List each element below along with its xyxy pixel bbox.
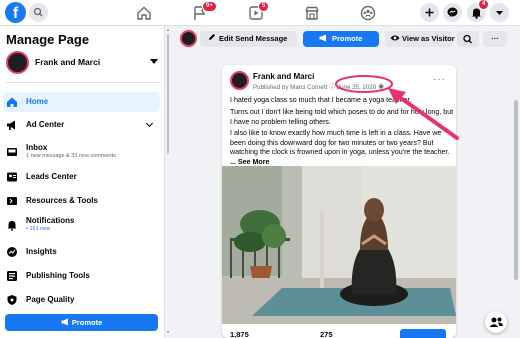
sidebar-item-inbox[interactable]: Inbox 1 new message & 33 new comments bbox=[3, 140, 160, 165]
bell-icon bbox=[7, 221, 17, 231]
edit-send-message-button[interactable]: Edit Send Message bbox=[200, 31, 297, 47]
sidebar-item-home[interactable]: Home bbox=[3, 92, 160, 112]
notifications-badge: 4 bbox=[478, 0, 490, 10]
people-icon bbox=[489, 317, 503, 327]
info-icon[interactable]: ⓘ bbox=[329, 84, 335, 91]
promote-button[interactable]: Promote bbox=[303, 31, 379, 47]
post-date[interactable]: June 25, 2020 bbox=[337, 84, 376, 91]
promote-label: Promote bbox=[332, 34, 363, 43]
search-button[interactable] bbox=[29, 3, 48, 22]
shield-icon bbox=[7, 295, 17, 305]
scrollbar[interactable] bbox=[166, 26, 170, 338]
insights-icon bbox=[7, 247, 17, 257]
post-meta: Published by Marci Cornett ⓘ June 25, 20… bbox=[253, 82, 384, 91]
notifications-button[interactable]: 4 bbox=[467, 0, 490, 22]
divider bbox=[6, 82, 160, 83]
see-more-link[interactable]: ... See More bbox=[230, 158, 269, 166]
post-paragraph-2: Turns out I don't like being told which … bbox=[230, 108, 454, 126]
boost-post-button[interactable] bbox=[400, 329, 446, 338]
search-icon bbox=[33, 7, 43, 17]
publisher-name[interactable]: Marci Cornett bbox=[290, 84, 327, 91]
eye-icon bbox=[390, 35, 400, 41]
megaphone-icon bbox=[61, 318, 68, 326]
caret-down-icon bbox=[496, 11, 503, 15]
manage-page-sidebar: Manage Page Frank and Marci Home Ad Cent… bbox=[0, 26, 165, 338]
main-scrollbar[interactable] bbox=[514, 100, 518, 280]
account-menu-button[interactable] bbox=[490, 3, 509, 22]
more-options-button[interactable]: ··· bbox=[483, 31, 507, 47]
post-card: Frank and Marci Published by Marci Corne… bbox=[222, 65, 456, 338]
plus-icon bbox=[425, 8, 434, 17]
page-avatar[interactable] bbox=[180, 30, 197, 47]
publishing-icon bbox=[7, 271, 17, 281]
pencil-icon bbox=[209, 34, 215, 40]
sidebar-item-label: Resources & Tools bbox=[26, 196, 98, 205]
post-paragraph-1: I hated yoga class so much that I became… bbox=[230, 96, 412, 104]
ad-center-icon bbox=[7, 120, 15, 130]
top-navigation-bar: f 9+ 5 4 bbox=[0, 0, 520, 26]
search-icon bbox=[463, 34, 472, 44]
sidebar-item-leads-center[interactable]: Leads Center bbox=[3, 167, 160, 187]
sidebar-title: Manage Page bbox=[6, 32, 90, 47]
messenger-button[interactable] bbox=[443, 3, 462, 22]
home-icon bbox=[7, 97, 17, 107]
edit-send-message-label: Edit Send Message bbox=[219, 34, 288, 43]
caret-down-icon bbox=[150, 59, 158, 64]
promote-label: Promote bbox=[71, 318, 103, 327]
groups-icon[interactable] bbox=[359, 4, 377, 22]
published-by-label: Published by bbox=[253, 84, 289, 91]
marketplace-icon[interactable] bbox=[303, 4, 321, 22]
page-avatar bbox=[6, 51, 29, 74]
post-paragraph-3-text: I also like to know exactly how much tim… bbox=[230, 129, 450, 156]
video-badge: 5 bbox=[258, 1, 270, 12]
sidebar-item-publishing-tools[interactable]: Publishing Tools bbox=[3, 266, 160, 286]
page-action-toolbar: Edit Send Message Promote View as Visito… bbox=[172, 26, 512, 52]
post-author-avatar[interactable] bbox=[230, 71, 249, 90]
page-switcher[interactable]: Frank and Marci bbox=[6, 51, 160, 75]
view-as-visitor-label: View as Visitor bbox=[402, 34, 455, 43]
pages-tab[interactable]: 9+ bbox=[191, 0, 217, 26]
notifications-count-text: 151 new bbox=[29, 226, 51, 232]
post-paragraph-3: I also like to know exactly how much tim… bbox=[230, 129, 454, 167]
create-button[interactable] bbox=[420, 3, 439, 22]
messenger-icon bbox=[447, 7, 458, 17]
sidebar-item-label: Notifications bbox=[26, 216, 75, 225]
sidebar-item-page-quality[interactable]: Page Quality bbox=[3, 290, 160, 310]
sidebar-item-label: Insights bbox=[26, 247, 57, 256]
sidebar-item-insights[interactable]: Insights bbox=[3, 242, 160, 262]
post-author-name[interactable]: Frank and Marci bbox=[253, 72, 314, 81]
inbox-summary: 1 new message & 33 new comments bbox=[26, 153, 116, 159]
home-icon[interactable] bbox=[135, 4, 153, 22]
post-photo[interactable] bbox=[222, 166, 456, 324]
inbox-icon bbox=[7, 148, 17, 156]
facebook-logo-icon[interactable]: f bbox=[5, 2, 26, 23]
sidebar-item-label: Ad Center bbox=[26, 120, 65, 129]
sidebar-item-ad-center[interactable]: Ad Center bbox=[3, 115, 160, 135]
resources-icon bbox=[7, 197, 17, 205]
floating-action-button[interactable] bbox=[485, 311, 507, 333]
watch-tab[interactable]: 5 bbox=[247, 0, 270, 26]
sidebar-item-resources-tools[interactable]: Resources & Tools bbox=[3, 191, 160, 211]
view-as-visitor-button[interactable]: View as Visitor bbox=[385, 31, 455, 47]
megaphone-icon bbox=[319, 34, 326, 42]
promote-button[interactable]: Promote bbox=[5, 314, 158, 331]
post-more-options-button[interactable]: ··· bbox=[433, 74, 446, 85]
globe-icon: ◉ bbox=[377, 84, 385, 91]
leads-icon bbox=[7, 172, 17, 182]
engagement-count: 275 bbox=[320, 330, 333, 338]
notifications-count: • 151 new bbox=[26, 226, 51, 232]
sidebar-item-label: Leads Center bbox=[26, 172, 77, 181]
flag-badge: 9+ bbox=[202, 1, 217, 12]
sidebar-item-label: Page Quality bbox=[26, 295, 75, 304]
more-icon: ··· bbox=[491, 34, 499, 43]
sidebar-item-label: Publishing Tools bbox=[26, 271, 90, 280]
search-page-button[interactable] bbox=[457, 31, 479, 47]
sidebar-item-label: Inbox bbox=[26, 143, 48, 152]
sidebar-item-notifications[interactable]: Notifications • 151 new bbox=[3, 213, 160, 238]
page-name: Frank and Marci bbox=[35, 57, 101, 67]
reach-count: 1,875 bbox=[230, 330, 249, 338]
chevron-down-icon[interactable] bbox=[145, 119, 154, 128]
sidebar-item-label: Home bbox=[26, 97, 49, 106]
